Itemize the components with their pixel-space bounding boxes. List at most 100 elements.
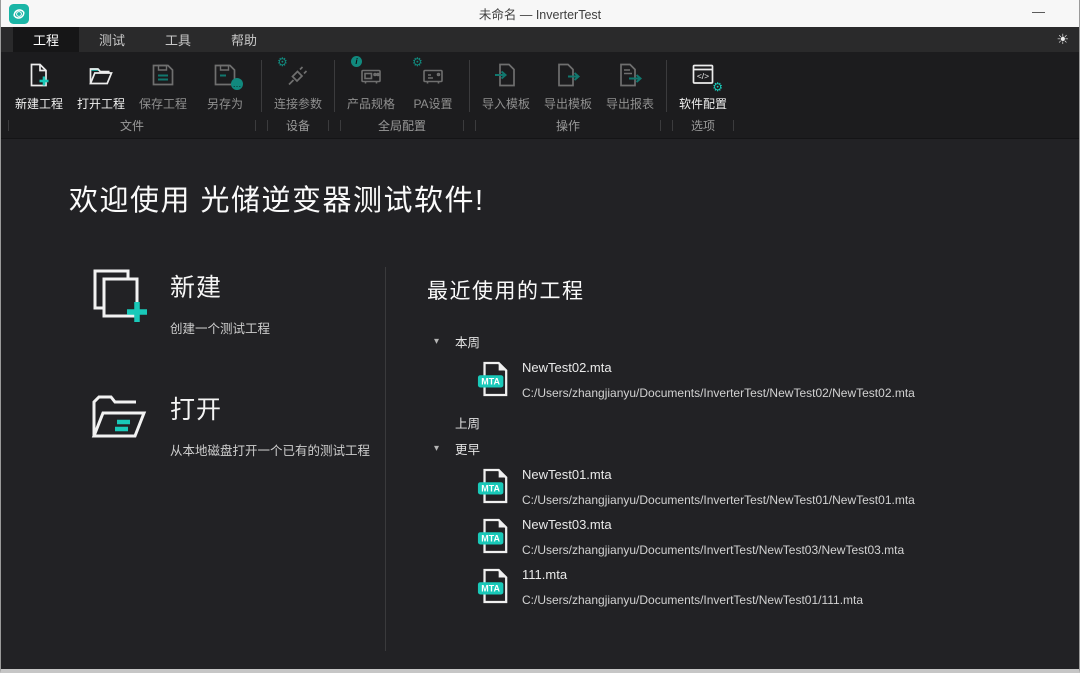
tab-tools[interactable]: 工具: [145, 27, 211, 52]
export-report-icon: [616, 61, 644, 89]
export-template-label: 导出模板: [544, 95, 592, 112]
tree-group-this-week[interactable]: ▾ 本周: [427, 329, 1048, 353]
tree-group-label: 上周: [455, 413, 480, 432]
ribbon-group-global-config-label: 全局配置: [340, 116, 464, 138]
recent-item-name: 111.mta: [522, 567, 863, 583]
tab-test[interactable]: 测试: [79, 27, 145, 52]
titlebar: 未命名 — InverterTest —: [1, 0, 1079, 27]
product-spec-icon: i: [357, 61, 385, 89]
save-as-icon: …: [211, 61, 239, 89]
app-logo-icon: [9, 4, 29, 24]
content-divider: [385, 267, 386, 651]
new-project-card[interactable]: 新建 创建一个测试工程: [90, 267, 370, 337]
tab-project[interactable]: 工程: [13, 27, 79, 52]
svg-text:</>: </>: [697, 71, 709, 81]
new-project-icon: [25, 61, 53, 89]
recent-item-name: NewTest02.mta: [522, 360, 915, 376]
new-project-card-subtitle: 创建一个测试工程: [170, 318, 270, 337]
connection-params-icon: ⚙: [284, 61, 312, 89]
ribbon-group-options-label: 选项: [672, 116, 734, 138]
save-as-button[interactable]: … 另存为: [194, 58, 256, 115]
new-project-button[interactable]: 新建工程: [8, 58, 70, 115]
recent-item-text: 111.mta C:/Users/zhangjianyu/Documents/I…: [522, 567, 863, 607]
recent-item-text: NewTest03.mta C:/Users/zhangjianyu/Docum…: [522, 517, 904, 557]
mta-file-icon: MTA: [477, 360, 509, 398]
pa-settings-label: PA设置: [413, 95, 452, 112]
import-template-button[interactable]: 导入模板: [475, 58, 537, 115]
ribbon-group-device: ⚙ 连接参数 设备: [262, 52, 334, 138]
product-spec-info-badge: i: [351, 56, 362, 67]
export-report-button[interactable]: 导出报表: [599, 58, 661, 115]
import-template-icon: [492, 61, 520, 89]
software-config-gear-badge: ⚙: [712, 80, 723, 94]
software-config-label: 软件配置: [679, 95, 727, 112]
pa-settings-gear-badge: ⚙: [412, 55, 423, 69]
open-project-card-subtitle: 从本地磁盘打开一个已有的测试工程: [170, 440, 370, 459]
tree-group-label: 更早: [455, 439, 480, 458]
recent-projects-heading: 最近使用的工程: [427, 275, 1048, 305]
new-card-icon: [90, 267, 148, 325]
open-project-label: 打开工程: [77, 95, 125, 112]
recent-item-path: C:/Users/zhangjianyu/Documents/InverterT…: [522, 386, 915, 400]
tree-group-label: 本周: [455, 332, 480, 351]
recent-item-name: NewTest01.mta: [522, 467, 915, 483]
connection-params-gear-badge: ⚙: [277, 55, 288, 69]
save-as-label: 另存为: [207, 95, 243, 112]
recent-item-newtest01[interactable]: MTA NewTest01.mta C:/Users/zhangjianyu/D…: [477, 467, 1048, 507]
product-spec-label: 产品规格: [347, 95, 395, 112]
ribbon-tabbar: 工程 测试 工具 帮助 ☀: [1, 27, 1079, 52]
recent-item-path: C:/Users/zhangjianyu/Documents/InvertTes…: [522, 543, 904, 557]
save-project-label: 保存工程: [139, 95, 187, 112]
app-window: 未命名 — InverterTest — 工程 测试 工具 帮助 ☀: [0, 0, 1080, 673]
open-project-card-title: 打开: [170, 390, 370, 426]
open-project-card-text: 打开 从本地磁盘打开一个已有的测试工程: [170, 389, 370, 459]
svg-text:MTA: MTA: [481, 484, 500, 494]
product-spec-button[interactable]: i 产品规格: [340, 58, 402, 115]
tree-group-last-week[interactable]: 上周: [427, 410, 1048, 434]
mta-file-icon: MTA: [477, 467, 509, 505]
svg-text:MTA: MTA: [481, 377, 500, 387]
tree-group-earlier[interactable]: ▾ 更早: [427, 436, 1048, 460]
chevron-down-icon[interactable]: ▾: [427, 336, 455, 347]
new-project-card-title: 新建: [170, 268, 270, 304]
open-card-icon: [90, 389, 148, 447]
export-template-button[interactable]: 导出模板: [537, 58, 599, 115]
recent-item-newtest03[interactable]: MTA NewTest03.mta C:/Users/zhangjianyu/D…: [477, 517, 1048, 557]
recent-projects-panel: 最近使用的工程 ▾ 本周 MTA NewTest02.mta C:/U: [427, 275, 1048, 617]
recent-projects-tree: ▾ 本周 MTA NewTest02.mta C:/Users/zhangjia…: [427, 329, 1048, 607]
software-config-icon: </> ⚙: [689, 61, 717, 89]
ribbon-group-options: </> ⚙ 软件配置 选项: [667, 52, 739, 138]
chevron-down-icon[interactable]: ▾: [427, 443, 455, 454]
software-config-button[interactable]: </> ⚙ 软件配置: [672, 58, 734, 115]
ribbon-group-device-label: 设备: [267, 116, 329, 138]
ribbon-group-global-config: i 产品规格 ⚙: [335, 52, 469, 138]
mta-file-icon: MTA: [477, 567, 509, 605]
welcome-heading: 欢迎使用 光储逆变器测试软件!: [69, 177, 485, 219]
ribbon: 新建工程 打开工程: [1, 52, 1079, 139]
save-project-icon: [149, 61, 177, 89]
window-title: 未命名 — InverterTest: [1, 4, 1079, 23]
theme-toggle-sun-icon[interactable]: ☀: [1056, 27, 1069, 52]
recent-item-path: C:/Users/zhangjianyu/Documents/InverterT…: [522, 493, 915, 507]
tab-help[interactable]: 帮助: [211, 27, 277, 52]
connection-params-button[interactable]: ⚙ 连接参数: [267, 58, 329, 115]
quick-actions: 新建 创建一个测试工程 打开 从本地磁盘打开一个已有的测试工程: [90, 267, 370, 459]
recent-item-newtest02[interactable]: MTA NewTest02.mta C:/Users/zhangjianyu/D…: [477, 360, 1048, 400]
mta-file-icon: MTA: [477, 517, 509, 555]
open-project-icon: [87, 61, 115, 89]
new-project-card-text: 新建 创建一个测试工程: [170, 267, 270, 337]
svg-text:MTA: MTA: [481, 534, 500, 544]
recent-item-path: C:/Users/zhangjianyu/Documents/InvertTes…: [522, 593, 863, 607]
pa-settings-button[interactable]: ⚙ PA设置: [402, 58, 464, 115]
open-project-button[interactable]: 打开工程: [70, 58, 132, 115]
new-project-label: 新建工程: [15, 95, 63, 112]
minimize-button[interactable]: —: [1018, 4, 1071, 23]
save-project-button[interactable]: 保存工程: [132, 58, 194, 115]
ribbon-group-operations: 导入模板 导出模板: [470, 52, 666, 138]
export-report-label: 导出报表: [606, 95, 654, 112]
open-project-card[interactable]: 打开 从本地磁盘打开一个已有的测试工程: [90, 389, 370, 459]
recent-item-111[interactable]: MTA 111.mta C:/Users/zhangjianyu/Documen…: [477, 567, 1048, 607]
export-template-icon: [554, 61, 582, 89]
save-as-dots-badge: …: [231, 78, 243, 90]
recent-item-text: NewTest01.mta C:/Users/zhangjianyu/Docum…: [522, 467, 915, 507]
